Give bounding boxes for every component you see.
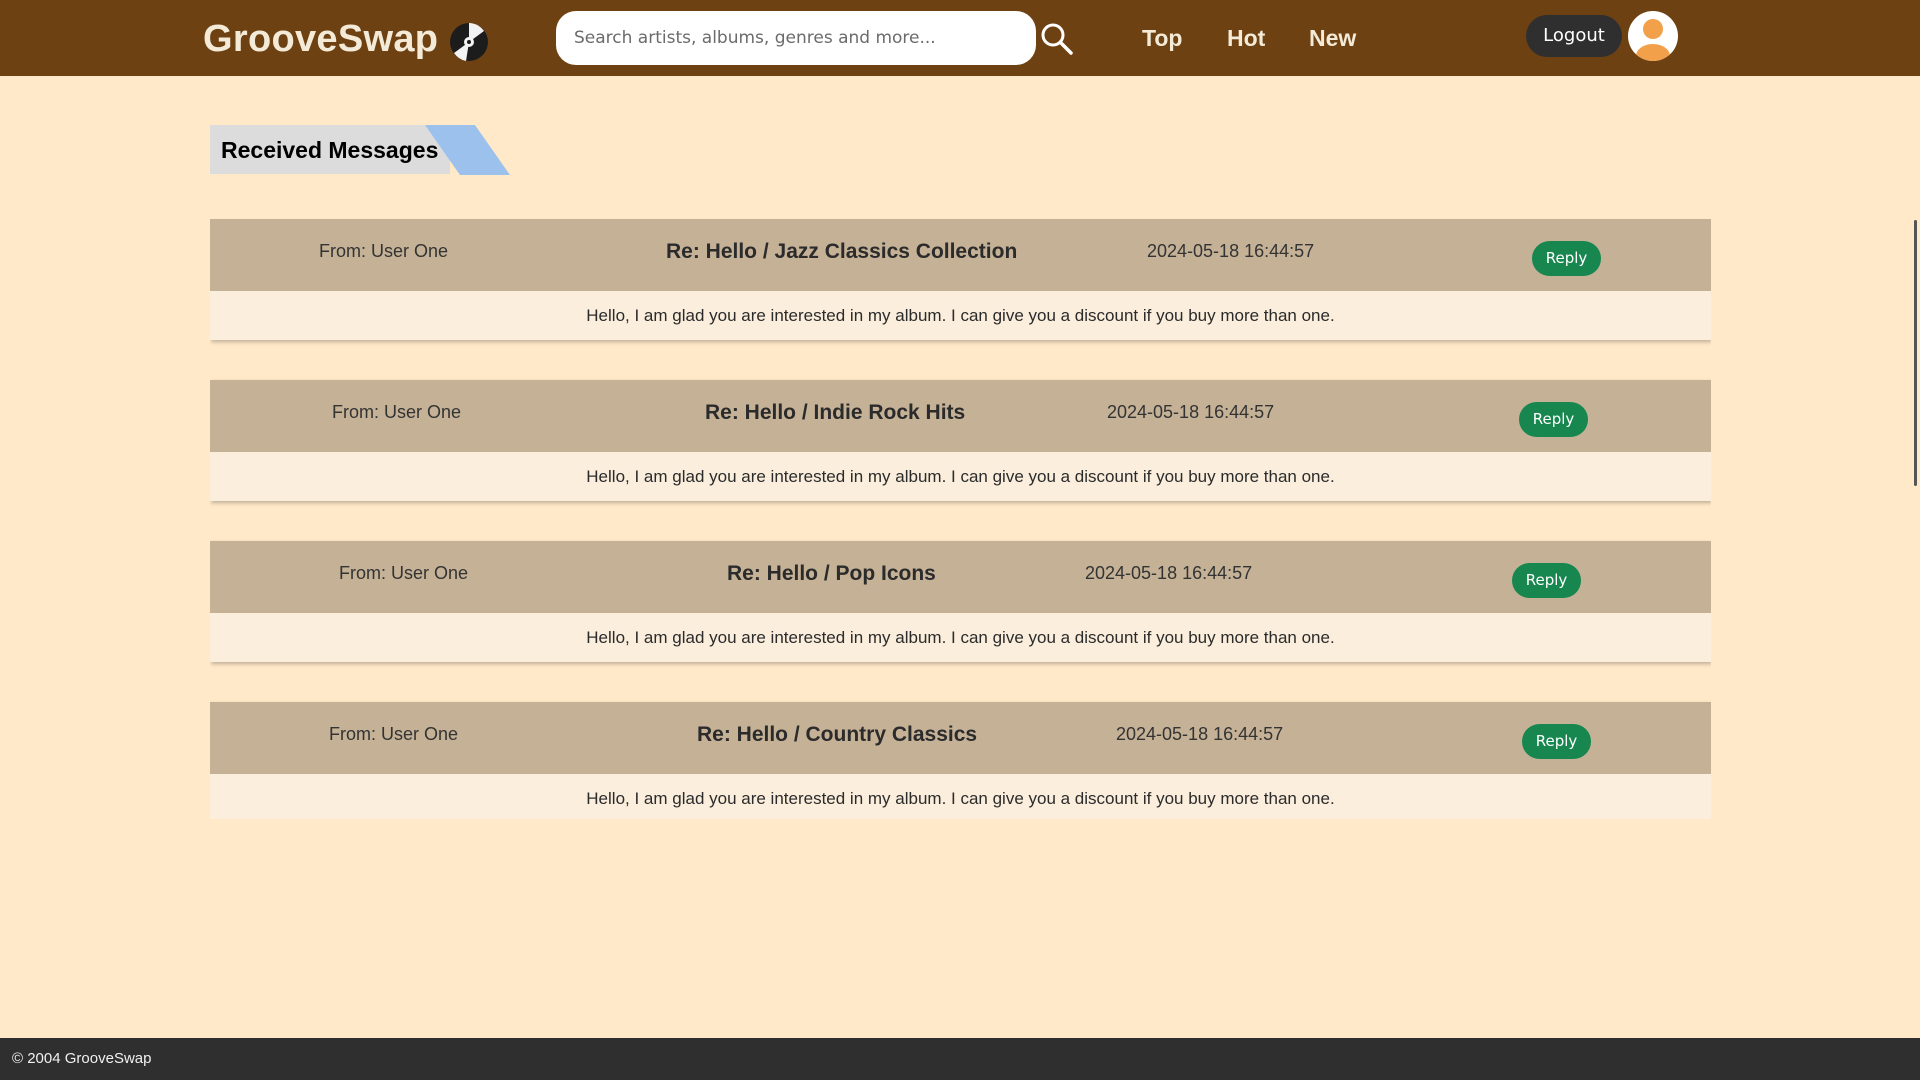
message-body: Hello, I am glad you are interested in m… — [210, 452, 1711, 501]
message-card: From: User One Re: Hello / Jazz Classics… — [210, 219, 1711, 340]
page-footer: © 2004 GrooveSwap — [0, 1038, 1920, 1080]
message-sender: From: User One — [339, 563, 469, 583]
message-list: From: User One Re: Hello / Jazz Classics… — [210, 219, 1711, 819]
message-date: 2024-05-18 16:44:57 — [1116, 724, 1284, 744]
message-header: From: User One Re: Hello / Pop Icons 202… — [210, 541, 1711, 613]
reply-button[interactable]: Reply — [1522, 724, 1591, 759]
message-body: Hello, I am glad you are interested in m… — [210, 613, 1711, 662]
message-subject: Re: Hello / Pop Icons — [727, 562, 936, 585]
message-text: Hello, I am glad you are interested in m… — [586, 628, 1335, 647]
message-header: From: User One Re: Hello / Jazz Classics… — [210, 219, 1711, 291]
logout-button[interactable]: Logout — [1526, 15, 1622, 57]
avatar[interactable] — [1628, 11, 1678, 61]
nav-hot-link[interactable]: Hot — [1227, 25, 1265, 52]
copyright-text: © 2004 GrooveSwap — [12, 1050, 152, 1067]
message-sender: From: User One — [319, 241, 449, 261]
message-subject: Re: Hello / Indie Rock Hits — [705, 401, 966, 424]
reply-button[interactable]: Reply — [1512, 563, 1581, 598]
message-card: From: User One Re: Hello / Country Class… — [210, 702, 1711, 819]
scrollbar-thumb[interactable] — [1914, 220, 1917, 486]
search-input[interactable] — [556, 11, 1036, 65]
message-sender: From: User One — [329, 724, 459, 744]
message-body: Hello, I am glad you are interested in m… — [210, 291, 1711, 340]
message-header: From: User One Re: Hello / Indie Rock Hi… — [210, 380, 1711, 452]
nav-top-link[interactable]: Top — [1142, 25, 1182, 52]
message-card: From: User One Re: Hello / Indie Rock Hi… — [210, 380, 1711, 501]
message-subject: Re: Hello / Jazz Classics Collection — [666, 240, 1018, 263]
reply-button[interactable]: Reply — [1532, 241, 1601, 276]
vinyl-record-icon — [450, 23, 488, 61]
message-text: Hello, I am glad you are interested in m… — [586, 306, 1335, 325]
message-date: 2024-05-18 16:44:57 — [1107, 402, 1275, 422]
message-date: 2024-05-18 16:44:57 — [1085, 563, 1253, 583]
brand-name[interactable]: GrooveSwap — [203, 18, 438, 61]
message-text: Hello, I am glad you are interested in m… — [586, 789, 1335, 808]
top-navbar: GrooveSwap Top Hot New Logout — [0, 0, 1920, 76]
message-header: From: User One Re: Hello / Country Class… — [210, 702, 1711, 774]
message-subject: Re: Hello / Country Classics — [697, 723, 978, 746]
user-silhouette-icon — [1636, 19, 1670, 61]
message-sender: From: User One — [332, 402, 462, 422]
search-icon[interactable] — [1040, 22, 1074, 56]
reply-button[interactable]: Reply — [1519, 402, 1588, 437]
section-title-banner: Received Messages — [210, 125, 510, 175]
nav-new-link[interactable]: New — [1309, 25, 1356, 52]
page-title: Received Messages — [221, 137, 439, 163]
message-text: Hello, I am glad you are interested in m… — [586, 467, 1335, 486]
message-body: Hello, I am glad you are interested in m… — [210, 774, 1711, 819]
message-date: 2024-05-18 16:44:57 — [1147, 241, 1315, 261]
message-card: From: User One Re: Hello / Pop Icons 202… — [210, 541, 1711, 662]
